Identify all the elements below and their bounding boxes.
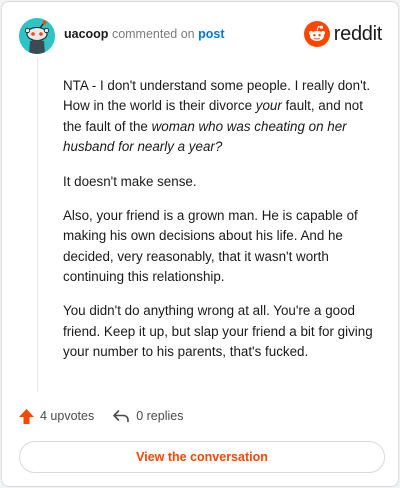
- avatar[interactable]: [19, 18, 55, 54]
- post-link[interactable]: post: [198, 27, 224, 41]
- comment-paragraph-4: You didn't do anything wrong at all. You…: [63, 303, 373, 360]
- comment-header: uacoop commented on post reddit: [18, 16, 382, 56]
- reply-count: 0 replies: [136, 409, 184, 423]
- comment-body: NTA - I don't understand some people. I …: [63, 76, 383, 377]
- username-link[interactable]: uacoop: [64, 27, 108, 41]
- replies-button[interactable]: 0 replies: [112, 409, 183, 423]
- reply-arrow-icon: [113, 410, 130, 423]
- comment-paragraph-1: NTA - I don't understand some people. I …: [63, 78, 371, 155]
- reddit-brand[interactable]: reddit: [303, 20, 383, 48]
- reddit-wordmark: reddit: [333, 22, 383, 45]
- snoo-avatar-icon: [19, 18, 55, 54]
- comment-paragraph-3: Also, your friend is a grown man. He is …: [63, 207, 358, 284]
- comment-paragraph-2: It doesn't make sense.: [63, 173, 197, 189]
- comment-embed-card: uacoop commented on post reddit NTA - I …: [1, 1, 399, 487]
- upvote-button[interactable]: 4 upvotes: [18, 408, 94, 425]
- reddit-logo-icon: [303, 21, 330, 47]
- commented-on-text: commented on: [111, 27, 195, 41]
- upvote-arrow-icon: [19, 408, 34, 424]
- upvote-count: 4 upvotes: [40, 409, 95, 423]
- comment-meta: uacoop commented on post: [64, 27, 225, 41]
- thread-line: [37, 58, 38, 392]
- comment-actions: 4 upvotes 0 replies: [18, 406, 183, 426]
- view-conversation-button[interactable]: View the conversation: [19, 441, 385, 473]
